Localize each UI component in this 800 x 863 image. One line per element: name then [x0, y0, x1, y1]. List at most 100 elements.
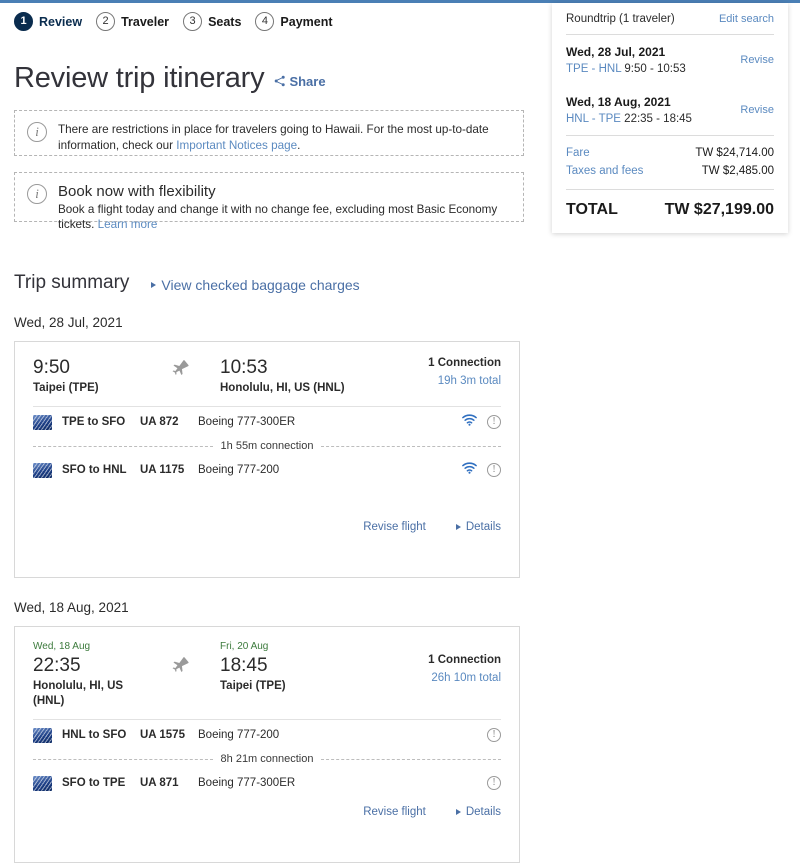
details-link[interactable]: Details: [455, 521, 501, 533]
airline-logo-icon: [33, 462, 52, 478]
leg-flight-number: UA 871: [140, 777, 179, 789]
revise-link[interactable]: Revise: [740, 104, 774, 116]
summary-leg-return: Wed, 18 Aug, 2021 HNL - TPE 22:35 - 18:4…: [566, 85, 774, 135]
revise-flight-link[interactable]: Revise flight: [363, 806, 426, 818]
leg-aircraft: Boeing 777-300ER: [198, 777, 296, 789]
share-label: Share: [289, 73, 326, 89]
dashed-line: [33, 758, 213, 760]
trip-type-label: Roundtrip (1 traveler): [566, 13, 675, 25]
total-duration[interactable]: 19h 3m total: [428, 373, 501, 389]
connection-duration: 1h 55m connection: [220, 440, 314, 452]
flight-card-outbound: 9:50 Taipei (TPE) 10:53 Honolulu, HI, US…: [14, 341, 520, 578]
leg-amenity-icons: !: [462, 413, 501, 431]
triangle-right-icon: [455, 809, 461, 815]
notice-text-after: .: [297, 139, 301, 152]
notice-book-with-flexibility: i Book now with flexibility Book a fligh…: [14, 172, 524, 231]
dashed-line: [321, 758, 502, 760]
view-baggage-charges-link[interactable]: View checked baggage charges: [151, 277, 360, 293]
wifi-icon[interactable]: [462, 413, 477, 431]
total-duration[interactable]: 26h 10m total: [428, 670, 501, 686]
airline-logo-icon: [33, 727, 52, 743]
fare-value: TW $24,714.00: [695, 147, 774, 159]
total-value: TW $27,199.00: [664, 201, 774, 218]
dashed-line: [33, 445, 213, 447]
arrival-time: 10:53: [220, 357, 268, 378]
step-label: Review: [39, 14, 83, 29]
details-link[interactable]: Details: [455, 806, 501, 818]
step-label: Seats: [208, 14, 242, 29]
trip-summary-header: Trip summary View checked baggage charge…: [14, 272, 360, 294]
leg-aircraft: Boeing 777-200: [198, 464, 280, 476]
fare-row: Fare TW $24,714.00: [566, 144, 774, 162]
info-icon[interactable]: !: [487, 463, 501, 477]
learn-more-link[interactable]: Learn more: [98, 218, 158, 231]
details-label: Details: [465, 521, 501, 533]
baggage-link-label: View checked baggage charges: [161, 277, 360, 293]
fare-label[interactable]: Fare: [566, 144, 590, 162]
triangle-right-icon: [455, 524, 461, 530]
revise-flight-link[interactable]: Revise flight: [363, 521, 426, 533]
leg-route: SFO to TPE: [62, 777, 126, 789]
trip-price-summary-panel: Roundtrip (1 traveler) Edit search Wed, …: [552, 3, 788, 233]
step-number: 4: [255, 12, 275, 31]
leg-route: HNL to SFO: [62, 729, 127, 741]
departure-endpoint: Wed, 18 Aug 22:35 Honolulu, HI, US (HNL): [33, 641, 141, 709]
step-number: 3: [183, 12, 203, 31]
summary-route-code: TPE - HNL: [566, 63, 622, 75]
flight-leg-row: HNL to SFO UA 1575 Boeing 777-200 !: [15, 720, 519, 750]
flight-card-footer: Revise flight Details: [363, 521, 501, 533]
connection-info: 1 Connection 19h 3m total: [428, 356, 501, 389]
connection-count: 1 Connection: [428, 654, 501, 666]
info-icon[interactable]: !: [487, 776, 501, 790]
step-traveler[interactable]: 2 Traveler: [96, 12, 169, 31]
plane-icon: [171, 356, 190, 384]
share-button[interactable]: Share: [274, 73, 326, 89]
step-label: Traveler: [121, 14, 170, 29]
trip-summary-title: Trip summary: [14, 272, 130, 293]
step-payment[interactable]: 4 Payment: [255, 12, 333, 31]
flight-card-head: 9:50 Taipei (TPE) 10:53 Honolulu, HI, US…: [15, 342, 519, 406]
triangle-right-icon: [151, 282, 157, 288]
notice-text: There are restrictions in place for trav…: [58, 121, 511, 154]
connection-separator: 8h 21m connection: [33, 750, 502, 768]
total-row: TOTAL TW $27,199.00: [566, 190, 774, 219]
leg-route: TPE to SFO: [62, 416, 126, 428]
arrival-time: 18:45: [220, 655, 268, 676]
revise-link[interactable]: Revise: [740, 54, 774, 66]
flight-leg-row: TPE to SFO UA 872 Boeing 777-300ER !: [15, 407, 519, 437]
wifi-icon[interactable]: [462, 461, 477, 479]
info-icon: i: [27, 122, 47, 142]
segment-date-return: Wed, 18 Aug, 2021: [14, 600, 129, 615]
leg-aircraft: Boeing 777-200: [198, 729, 280, 741]
segment-date-outbound: Wed, 28 Jul, 2021: [14, 315, 123, 330]
leg-amenity-icons: !: [462, 461, 501, 479]
flight-card-head: Wed, 18 Aug 22:35 Honolulu, HI, US (HNL)…: [15, 627, 519, 719]
plane-icon: [171, 641, 190, 681]
step-review[interactable]: 1 Review: [14, 12, 82, 31]
notice-travel-restrictions: i There are restrictions in place for tr…: [14, 110, 524, 156]
arrival-date: Fri, 20 Aug: [220, 641, 269, 652]
important-notices-link[interactable]: Important Notices page: [176, 139, 297, 152]
leg-aircraft: Boeing 777-300ER: [198, 416, 296, 428]
info-icon: i: [27, 184, 47, 204]
arrival-airport: Honolulu, HI, US (HNL): [220, 382, 345, 394]
edit-search-link[interactable]: Edit search: [719, 13, 774, 25]
taxes-label[interactable]: Taxes and fees: [566, 162, 643, 180]
summary-route-code: HNL - TPE: [566, 113, 621, 125]
airline-logo-icon: [33, 775, 52, 791]
flight-leg-row: SFO to TPE UA 871 Boeing 777-300ER !: [15, 768, 519, 798]
dashed-line: [321, 445, 502, 447]
summary-leg-outbound: Wed, 28 Jul, 2021 TPE - HNL 9:50 - 10:53…: [566, 35, 774, 85]
departure-airport: Taipei (TPE): [33, 382, 99, 394]
notice-title: Book now with flexibility: [58, 183, 216, 200]
page-title: Review trip itinerary: [14, 62, 265, 94]
info-icon[interactable]: !: [487, 728, 501, 742]
connection-info: 1 Connection 26h 10m total: [428, 653, 501, 686]
step-seats[interactable]: 3 Seats: [183, 12, 241, 31]
connection-separator: 1h 55m connection: [33, 437, 502, 455]
leg-flight-number: UA 1575: [140, 729, 185, 741]
fare-breakdown: Fare TW $24,714.00 Taxes and fees TW $2,…: [566, 136, 774, 189]
checkout-step-nav: 1 Review 2 Traveler 3 Seats 4 Payment: [14, 12, 347, 31]
info-icon[interactable]: !: [487, 415, 501, 429]
connection-duration: 8h 21m connection: [220, 753, 314, 765]
